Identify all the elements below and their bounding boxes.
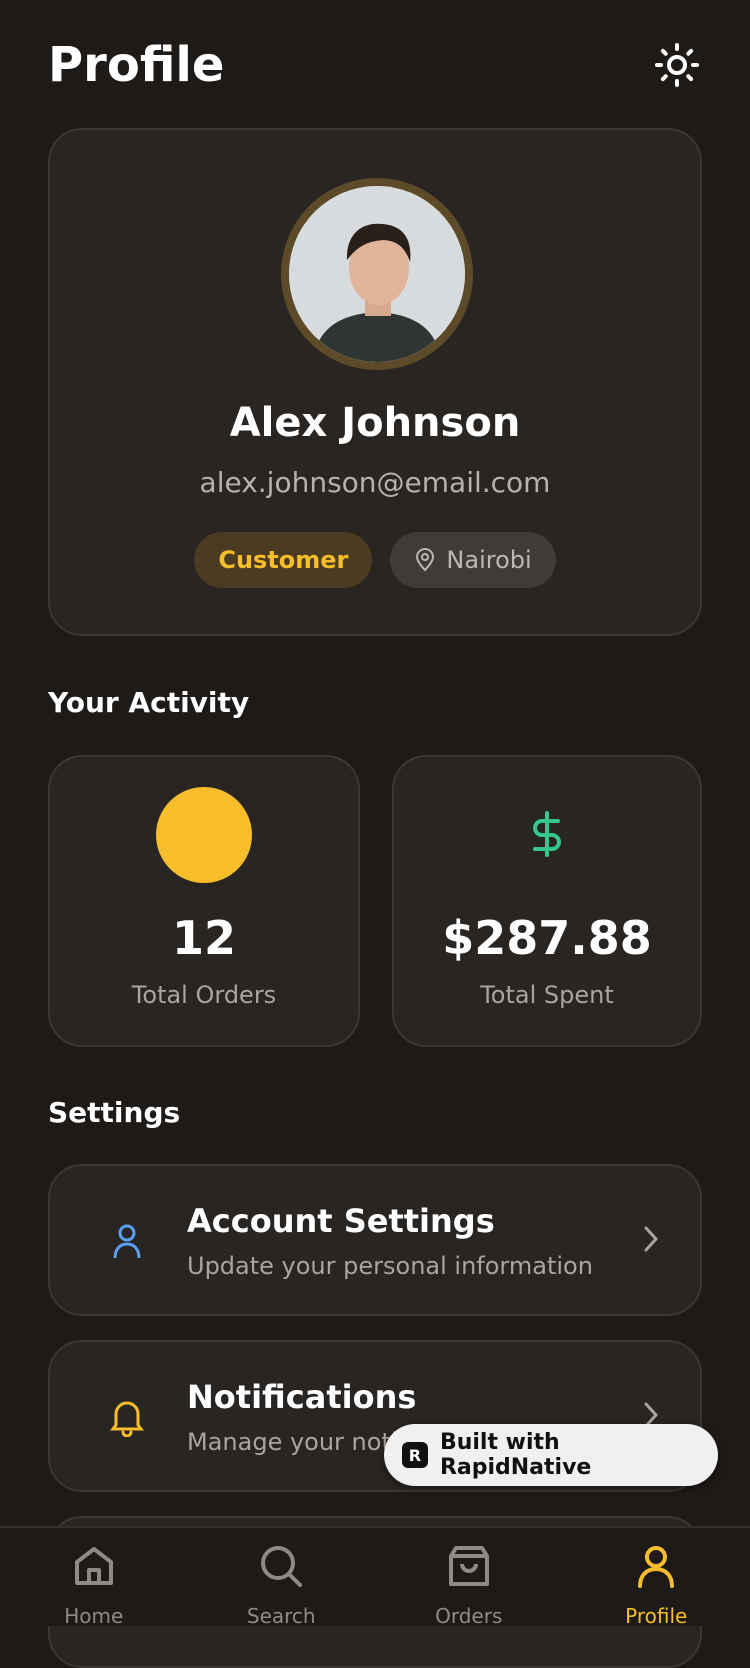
nav-search-label: Search bbox=[188, 1604, 376, 1628]
profile-card: Alex Johnson alex.johnson@email.com Cust… bbox=[48, 128, 702, 636]
page-title: Profile bbox=[48, 30, 702, 100]
nav-home[interactable]: Home bbox=[0, 1528, 188, 1626]
profile-email: alex.johnson@email.com bbox=[50, 466, 700, 499]
nav-orders-label: Orders bbox=[375, 1604, 563, 1628]
theme-toggle-button[interactable] bbox=[652, 40, 702, 90]
dollar-icon bbox=[530, 811, 564, 857]
orders-count: 12 bbox=[50, 911, 358, 965]
home-icon bbox=[72, 1544, 116, 1588]
nav-search[interactable]: Search bbox=[188, 1528, 376, 1626]
profile-name: Alex Johnson bbox=[50, 400, 700, 446]
location-label: Nairobi bbox=[446, 546, 531, 574]
bell-icon bbox=[110, 1397, 144, 1437]
nav-profile[interactable]: Profile bbox=[563, 1528, 750, 1626]
activity-section-title: Your Activity bbox=[48, 686, 249, 719]
orders-icon bbox=[156, 787, 252, 883]
nav-orders[interactable]: Orders bbox=[375, 1528, 563, 1626]
notifications-subtitle: Manage your notif bbox=[187, 1428, 406, 1456]
nav-profile-label: Profile bbox=[563, 1604, 750, 1628]
shopping-bag-icon bbox=[447, 1544, 491, 1588]
settings-section-title: Settings bbox=[48, 1096, 180, 1129]
user-icon bbox=[634, 1544, 678, 1588]
account-settings-title: Account Settings bbox=[187, 1202, 495, 1240]
notifications-title: Notifications bbox=[187, 1378, 416, 1416]
orders-label: Total Orders bbox=[50, 981, 358, 1009]
profile-badges: Customer Nairobi bbox=[50, 532, 700, 588]
avatar[interactable] bbox=[289, 186, 465, 362]
account-settings-subtitle: Update your personal information bbox=[187, 1252, 593, 1280]
rapidnative-logo-icon: R bbox=[402, 1442, 428, 1468]
spent-label: Total Spent bbox=[394, 981, 700, 1009]
map-pin-icon bbox=[414, 548, 436, 572]
built-with-badge[interactable]: R Built with RapidNative bbox=[384, 1424, 718, 1486]
nav-home-label: Home bbox=[0, 1604, 188, 1628]
total-orders-card: 12 Total Orders bbox=[48, 755, 360, 1047]
built-with-label: Built with RapidNative bbox=[440, 1430, 718, 1480]
bottom-nav: Home Search Orders Profile bbox=[0, 1526, 750, 1626]
sun-icon bbox=[654, 42, 700, 88]
spent-amount: $287.88 bbox=[394, 911, 700, 965]
user-icon bbox=[112, 1223, 142, 1259]
header: Profile bbox=[48, 30, 702, 100]
account-settings-item[interactable]: Account Settings Update your personal in… bbox=[48, 1164, 702, 1316]
chevron-right-icon bbox=[642, 1224, 660, 1254]
location-badge: Nairobi bbox=[390, 532, 555, 588]
avatar-ring bbox=[281, 178, 473, 370]
role-badge: Customer bbox=[194, 532, 372, 588]
total-spent-card: $287.88 Total Spent bbox=[392, 755, 702, 1047]
search-icon bbox=[259, 1544, 303, 1588]
